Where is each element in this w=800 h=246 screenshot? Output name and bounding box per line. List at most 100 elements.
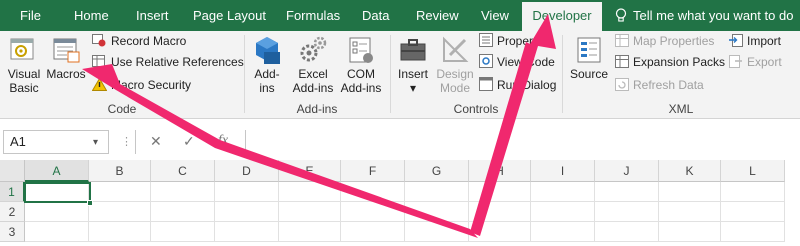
- column-header-i[interactable]: I: [531, 160, 595, 182]
- formula-bar: A1 ▾ ⋮ ✕ ✓ fx: [0, 127, 800, 157]
- use-relative-references-button[interactable]: Use Relative References: [92, 53, 244, 73]
- cell-b1[interactable]: [89, 182, 151, 202]
- name-box-dropdown-icon[interactable]: ▾: [93, 137, 98, 148]
- column-header-g[interactable]: G: [405, 160, 469, 182]
- tab-review[interactable]: Review: [416, 0, 459, 31]
- cell-c1[interactable]: [151, 182, 215, 202]
- visual-basic-button[interactable]: Visual Basic: [2, 33, 46, 95]
- add-ins-button[interactable]: Add- ins: [248, 33, 286, 95]
- cell-k2[interactable]: [659, 202, 721, 222]
- cell-e2[interactable]: [279, 202, 341, 222]
- map-properties-icon: [615, 34, 629, 47]
- map-properties-button[interactable]: Map Properties: [615, 32, 714, 52]
- cell-l2[interactable]: [721, 202, 785, 222]
- cell-d1[interactable]: [215, 182, 279, 202]
- design-mode-button[interactable]: Design Mode: [434, 33, 476, 95]
- column-header-c[interactable]: C: [151, 160, 215, 182]
- cell-k3[interactable]: [659, 222, 721, 242]
- run-dialog-button[interactable]: Run Dialog: [479, 76, 556, 96]
- cell-i1[interactable]: [531, 182, 595, 202]
- cell-j1[interactable]: [595, 182, 659, 202]
- expansion-packs-button[interactable]: Expansion Packs: [615, 53, 725, 73]
- cell-g3[interactable]: [405, 222, 469, 242]
- cell-b2[interactable]: [89, 202, 151, 222]
- cancel-icon[interactable]: ✕: [150, 133, 162, 150]
- row-header-3[interactable]: 3: [0, 222, 25, 242]
- import-button[interactable]: Import: [729, 32, 781, 52]
- active-cell-a1[interactable]: [24, 182, 91, 203]
- tab-formulas[interactable]: Formulas: [286, 0, 340, 31]
- cell-j2[interactable]: [595, 202, 659, 222]
- insert-function-icon[interactable]: fx: [218, 133, 228, 149]
- record-macro-button[interactable]: Record Macro: [92, 32, 186, 52]
- cell-b3[interactable]: [89, 222, 151, 242]
- cell-d2[interactable]: [215, 202, 279, 222]
- tab-file[interactable]: File: [20, 0, 41, 31]
- column-header-a[interactable]: A: [25, 160, 89, 182]
- column-header-h[interactable]: H: [469, 160, 531, 182]
- refresh-icon: [615, 78, 629, 91]
- xml-source-button[interactable]: Source: [566, 33, 612, 81]
- column-header-f[interactable]: F: [341, 160, 405, 182]
- column-header-d[interactable]: D: [215, 160, 279, 182]
- column-header-k[interactable]: K: [659, 160, 721, 182]
- export-button[interactable]: Export: [729, 53, 782, 73]
- cell-k1[interactable]: [659, 182, 721, 202]
- cell-g1[interactable]: [405, 182, 469, 202]
- macro-security-button[interactable]: Macro Security: [91, 76, 191, 96]
- cell-i3[interactable]: [531, 222, 595, 242]
- tab-developer[interactable]: Developer: [522, 2, 602, 31]
- cell-h1[interactable]: [469, 182, 531, 202]
- column-header-e[interactable]: E: [279, 160, 341, 182]
- insert-control-label: Insert: [397, 67, 428, 81]
- refresh-data-button[interactable]: Refresh Data: [615, 76, 704, 96]
- cell-f2[interactable]: [341, 202, 405, 222]
- group-label-controls: Controls: [453, 102, 499, 116]
- view-code-button[interactable]: View Code: [479, 53, 555, 73]
- cell-d3[interactable]: [215, 222, 279, 242]
- tab-insert[interactable]: Insert: [136, 0, 169, 31]
- row-header-1[interactable]: 1: [0, 182, 25, 202]
- cell-j3[interactable]: [595, 222, 659, 242]
- tell-me-search[interactable]: Tell me what you want to do: [633, 0, 793, 31]
- macros-button[interactable]: Macros: [44, 33, 88, 81]
- cell-i2[interactable]: [531, 202, 595, 222]
- tab-home[interactable]: Home: [74, 0, 109, 31]
- add-ins-label-1: Add-: [254, 67, 280, 81]
- cell-c3[interactable]: [151, 222, 215, 242]
- excel-add-ins-button[interactable]: Excel Add-ins: [288, 33, 338, 95]
- column-header-j[interactable]: J: [595, 160, 659, 182]
- properties-icon: [479, 33, 493, 47]
- properties-button[interactable]: Properties: [479, 32, 552, 52]
- column-header-l[interactable]: L: [721, 160, 785, 182]
- cell-f3[interactable]: [341, 222, 405, 242]
- cell-a3[interactable]: [25, 222, 89, 242]
- select-all-button[interactable]: [0, 160, 25, 182]
- cell-h2[interactable]: [469, 202, 531, 222]
- cell-c2[interactable]: [151, 202, 215, 222]
- cell-l1[interactable]: [721, 182, 785, 202]
- cell-f1[interactable]: [341, 182, 405, 202]
- formula-input[interactable]: [245, 130, 797, 154]
- cell-h3[interactable]: [469, 222, 531, 242]
- tab-page-layout[interactable]: Page Layout: [193, 0, 266, 31]
- cell-e1[interactable]: [279, 182, 341, 202]
- xml-source-icon: [574, 35, 604, 65]
- visual-basic-label-1: Visual: [7, 67, 41, 81]
- enter-icon[interactable]: ✓: [183, 133, 195, 150]
- cell-e3[interactable]: [279, 222, 341, 242]
- tab-data[interactable]: Data: [362, 0, 389, 31]
- com-add-ins-button[interactable]: COM Add-ins: [338, 33, 384, 95]
- fill-handle[interactable]: [87, 200, 93, 206]
- cell-l3[interactable]: [721, 222, 785, 242]
- tab-view[interactable]: View: [481, 0, 509, 31]
- cell-g2[interactable]: [405, 202, 469, 222]
- cell-a2[interactable]: [25, 202, 89, 222]
- group-label-code: Code: [107, 102, 137, 116]
- column-header-b[interactable]: B: [89, 160, 151, 182]
- excel-add-ins-label-1: Excel: [298, 67, 328, 81]
- more-options-icon: ⋮: [121, 136, 132, 148]
- view-code-icon: [479, 54, 493, 68]
- row-header-2[interactable]: 2: [0, 202, 25, 222]
- insert-control-button[interactable]: Insert ▾: [394, 33, 432, 95]
